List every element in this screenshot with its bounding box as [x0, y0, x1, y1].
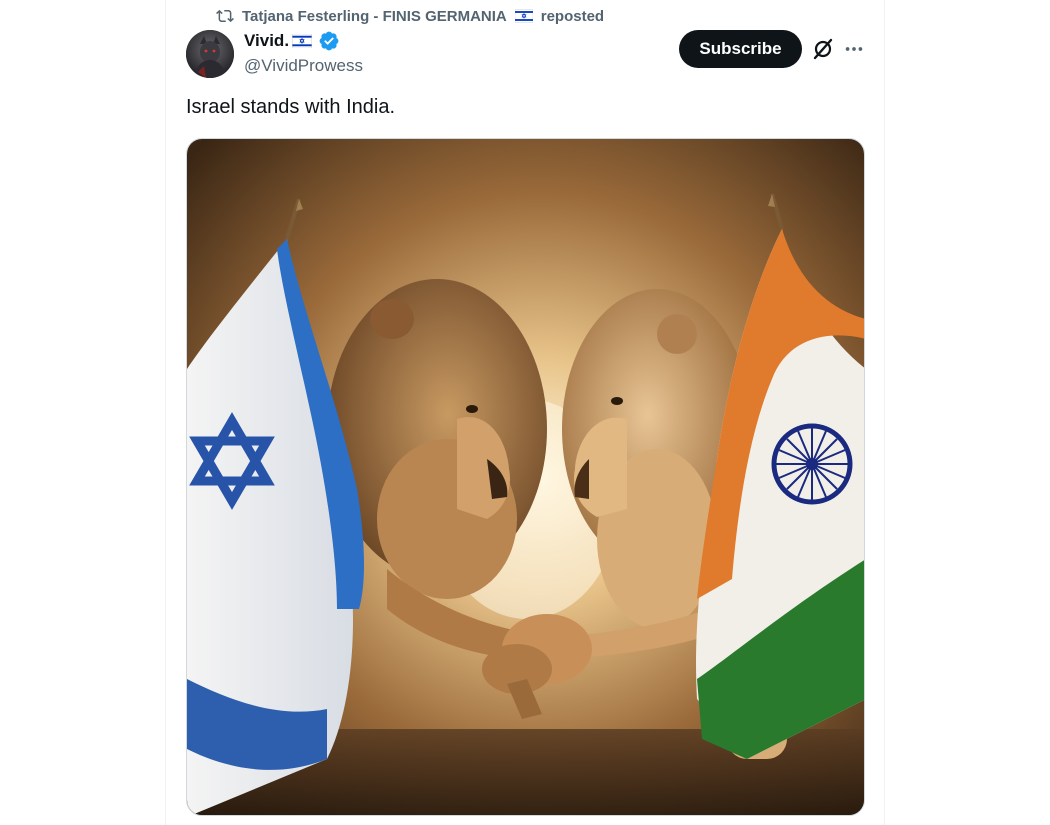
israel-flag-icon [514, 9, 533, 23]
author-name-line[interactable]: Vivid. [244, 30, 363, 52]
author-display-name[interactable]: Vivid. [244, 31, 289, 51]
reposter-name[interactable]: Tatjana Festerling - FINIS GERMANIA [242, 8, 507, 25]
timeline-border-right [884, 0, 885, 825]
author-avatar[interactable] [186, 30, 234, 78]
repost-icon [216, 9, 234, 23]
israel-flag-icon [292, 34, 312, 48]
author-info: Vivid. @VividProwess [244, 30, 363, 76]
repost-suffix: reposted [540, 7, 605, 25]
author-handle[interactable]: @VividProwess [244, 56, 363, 76]
lions-handshake-image [187, 139, 864, 815]
tweet-media[interactable] [186, 138, 865, 816]
grok-icon[interactable] [811, 37, 835, 61]
repost-indicator[interactable]: Tatjana Festerling - FINIS GERMANIA repo… [216, 6, 604, 26]
tweet-text: Israel stands with India. [186, 96, 395, 118]
verified-badge-icon[interactable] [318, 30, 340, 52]
more-icon[interactable] [843, 38, 865, 60]
timeline-border-left [165, 0, 166, 825]
subscribe-button[interactable]: Subscribe [679, 30, 802, 68]
